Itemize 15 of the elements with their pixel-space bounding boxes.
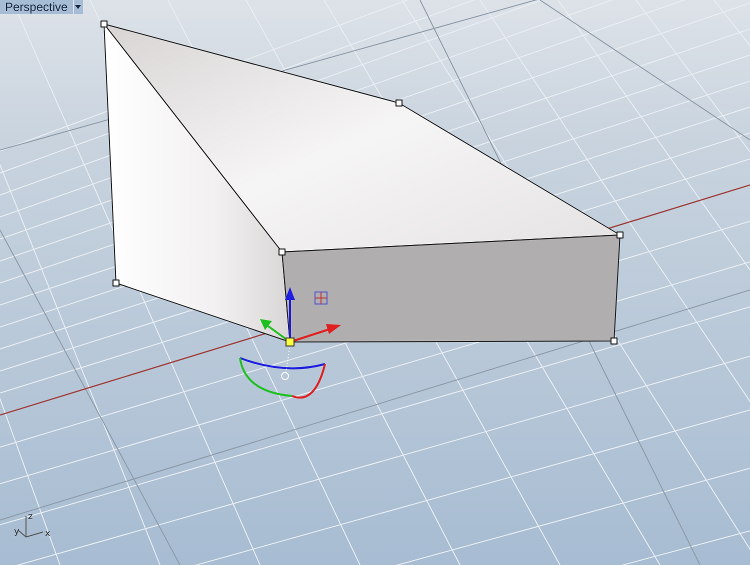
viewport-title-tab[interactable]: Perspective xyxy=(0,0,73,14)
gumball-drawing[interactable] xyxy=(239,287,341,399)
axis-label: x xyxy=(45,529,50,539)
axis-icon xyxy=(18,516,44,538)
viewport-menu-button[interactable] xyxy=(74,0,83,14)
control-point-icon[interactable] xyxy=(396,100,402,106)
control-point-icon[interactable] xyxy=(616,232,624,238)
axis-label: z xyxy=(28,512,33,522)
control-point-icon[interactable] xyxy=(278,248,286,256)
control-point-icon[interactable] xyxy=(100,20,108,28)
axis-label: y xyxy=(14,527,20,537)
control-point-icon[interactable] xyxy=(610,338,618,344)
frame-icon xyxy=(314,292,328,304)
caret-icon xyxy=(75,5,82,9)
control-point-icon[interactable] xyxy=(112,280,120,286)
